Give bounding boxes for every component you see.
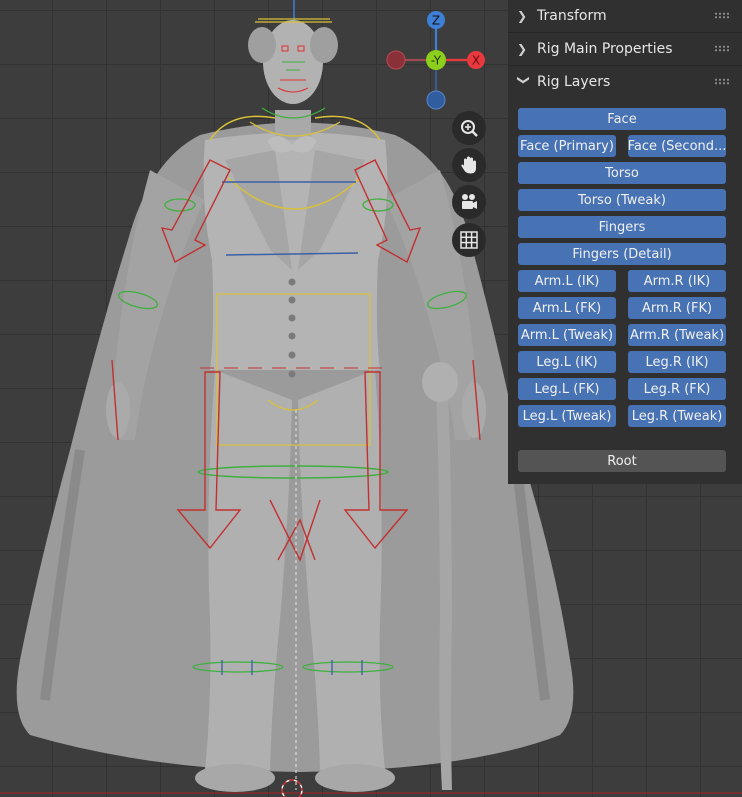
rig-main-properties-title: Rig Main Properties bbox=[537, 41, 673, 57]
drag-grip-icon[interactable] bbox=[714, 78, 730, 85]
layer-fingers-detail-button[interactable]: Fingers (Detail) bbox=[518, 243, 726, 265]
drag-grip-icon[interactable] bbox=[714, 45, 730, 52]
layer-arm-r-fk-button[interactable]: Arm.R (FK) bbox=[628, 297, 726, 319]
transform-panel-header[interactable]: ❯ Transform bbox=[508, 1, 742, 31]
hand-pan-icon[interactable] bbox=[452, 148, 486, 182]
rig-layers-panel-header[interactable]: ❯ Rig Layers bbox=[508, 67, 742, 97]
camera-icon[interactable] bbox=[452, 185, 486, 219]
layer-arm-l-tweak-button[interactable]: Arm.L (Tweak) bbox=[518, 324, 616, 346]
layer-fingers-button[interactable]: Fingers bbox=[518, 216, 726, 238]
layer-face-secondary-button[interactable]: Face (Second... bbox=[628, 135, 726, 157]
layer-arm-l-ik-button[interactable]: Arm.L (IK) bbox=[518, 270, 616, 292]
rig-main-properties-panel-header[interactable]: ❯ Rig Main Properties bbox=[508, 34, 742, 64]
layer-arm-r-tweak-button[interactable]: Arm.R (Tweak) bbox=[628, 324, 726, 346]
rig-layers-title: Rig Layers bbox=[537, 74, 611, 90]
layer-leg-r-ik-button[interactable]: Leg.R (IK) bbox=[628, 351, 726, 373]
grid-icon[interactable] bbox=[452, 223, 486, 257]
layer-torso-button[interactable]: Torso bbox=[518, 162, 726, 184]
axis-neg-x-handle bbox=[386, 50, 406, 70]
layer-root-button[interactable]: Root bbox=[518, 450, 726, 472]
layer-arm-r-ik-button[interactable]: Arm.R (IK) bbox=[628, 270, 726, 292]
sidebar-panel: ❯ Transform ❯ Rig Main Properties ❯ Rig … bbox=[508, 0, 742, 484]
zoom-icon[interactable] bbox=[452, 111, 486, 145]
chevron-right-icon: ❯ bbox=[517, 42, 528, 56]
chevron-down-icon: ❯ bbox=[517, 75, 531, 86]
transform-panel-title: Transform bbox=[537, 8, 607, 24]
layer-leg-r-tweak-button[interactable]: Leg.R (Tweak) bbox=[628, 405, 726, 427]
layer-face-button[interactable]: Face bbox=[518, 108, 726, 130]
axis-x-label: X bbox=[472, 54, 480, 68]
chevron-right-icon: ❯ bbox=[517, 9, 528, 23]
axis-z-label: Z bbox=[432, 14, 440, 28]
layer-leg-l-ik-button[interactable]: Leg.L (IK) bbox=[518, 351, 616, 373]
layer-torso-tweak-button[interactable]: Torso (Tweak) bbox=[518, 189, 726, 211]
drag-grip-icon[interactable] bbox=[714, 12, 730, 19]
axis-neg-z-handle bbox=[426, 90, 446, 110]
layer-arm-l-fk-button[interactable]: Arm.L (FK) bbox=[518, 297, 616, 319]
axis-neg-y-label: -Y bbox=[431, 54, 442, 68]
navigation-gizmo[interactable]: Z X -Y bbox=[380, 4, 492, 116]
layer-leg-r-fk-button[interactable]: Leg.R (FK) bbox=[628, 378, 726, 400]
layer-face-primary-button[interactable]: Face (Primary) bbox=[518, 135, 616, 157]
layer-leg-l-tweak-button[interactable]: Leg.L (Tweak) bbox=[518, 405, 616, 427]
layer-leg-l-fk-button[interactable]: Leg.L (FK) bbox=[518, 378, 616, 400]
